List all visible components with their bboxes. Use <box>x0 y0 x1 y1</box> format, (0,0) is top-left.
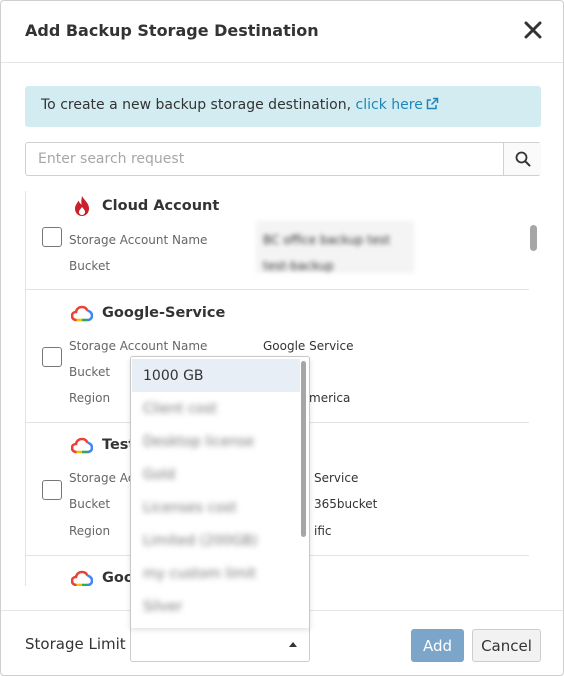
dropdown-option[interactable]: Silver <box>132 590 300 623</box>
field-label: Storage Account Name <box>69 233 208 247</box>
dialog-title: Add Backup Storage Destination <box>25 21 319 40</box>
search-box <box>25 142 541 176</box>
field-label: Bucket <box>69 497 111 511</box>
external-link-icon <box>426 97 439 110</box>
destination-row[interactable]: Cloud Account Storage Account Name Bucke… <box>26 191 529 290</box>
option-label: Limited (200GB) <box>143 533 258 549</box>
destination-checkbox[interactable] <box>42 227 62 247</box>
field-label: Bucket <box>69 365 111 379</box>
field-value: Google Service <box>263 339 354 353</box>
destination-name: Cloud Account <box>102 198 220 214</box>
caret-up-icon <box>289 642 297 647</box>
option-label: my custom limit <box>143 566 257 582</box>
close-icon <box>524 21 542 39</box>
option-label: Desktop license <box>143 434 255 450</box>
list-scrollbar[interactable] <box>530 225 537 251</box>
cancel-button[interactable]: Cancel <box>472 629 541 662</box>
add-button[interactable]: Add <box>411 629 464 662</box>
storage-limit-select[interactable] <box>130 628 310 662</box>
field-label: Bucket <box>69 259 111 273</box>
dropdown-option[interactable]: Limited (200GB) <box>132 524 300 557</box>
close-button[interactable] <box>521 16 545 44</box>
field-value: Service <box>314 471 359 485</box>
dropdown-option[interactable]: Client cost <box>132 392 300 425</box>
add-backup-storage-dialog: Add Backup Storage Destination To create… <box>0 0 564 676</box>
info-text: To create a new backup storage destinati… <box>41 97 356 113</box>
info-alert: To create a new backup storage destinati… <box>25 86 541 127</box>
destination-checkbox[interactable] <box>42 347 62 367</box>
field-value: merica <box>309 391 351 405</box>
field-label: Storage Account Name <box>69 339 208 353</box>
dialog-header: Add Backup Storage Destination <box>1 1 563 63</box>
google-cloud-logo <box>71 570 93 586</box>
field-label: Region <box>69 391 111 405</box>
option-label: 1000 GB <box>143 368 204 384</box>
dropdown-option[interactable]: Licenses cost <box>132 491 300 524</box>
dropdown-option[interactable]: 1000 GB <box>132 359 300 392</box>
field-label: Region <box>69 524 111 538</box>
storage-limit-dropdown: 1000 GB Client cost Desktop license Gold… <box>130 356 310 628</box>
field-label: Storage Ac <box>69 471 135 485</box>
option-label: Client cost <box>143 401 218 417</box>
field-value: test-backup <box>263 259 334 273</box>
google-cloud-logo <box>71 437 93 454</box>
google-cloud-logo <box>71 305 93 322</box>
field-value: BC office backup test <box>263 233 391 247</box>
cloud-account-logo <box>75 196 89 216</box>
destination-name: Google-Service <box>102 305 226 321</box>
field-value: ific <box>314 524 332 538</box>
option-label: Silver <box>143 599 183 615</box>
click-here-label: click here <box>355 97 423 113</box>
option-label: Gold <box>143 467 176 483</box>
dropdown-option[interactable]: Desktop license <box>132 425 300 458</box>
dropdown-option[interactable]: my custom limit <box>132 557 300 590</box>
search-icon <box>515 151 530 167</box>
option-label: Licenses cost <box>143 500 237 516</box>
click-here-link[interactable]: click here <box>356 97 439 113</box>
search-button[interactable] <box>503 143 541 175</box>
storage-limit-label: Storage Limit <box>25 635 126 653</box>
field-value: 365bucket <box>314 497 378 511</box>
dropdown-scrollbar[interactable] <box>301 361 306 537</box>
search-input[interactable] <box>26 143 503 175</box>
destination-checkbox[interactable] <box>42 480 62 500</box>
dropdown-option[interactable]: Gold <box>132 458 300 491</box>
